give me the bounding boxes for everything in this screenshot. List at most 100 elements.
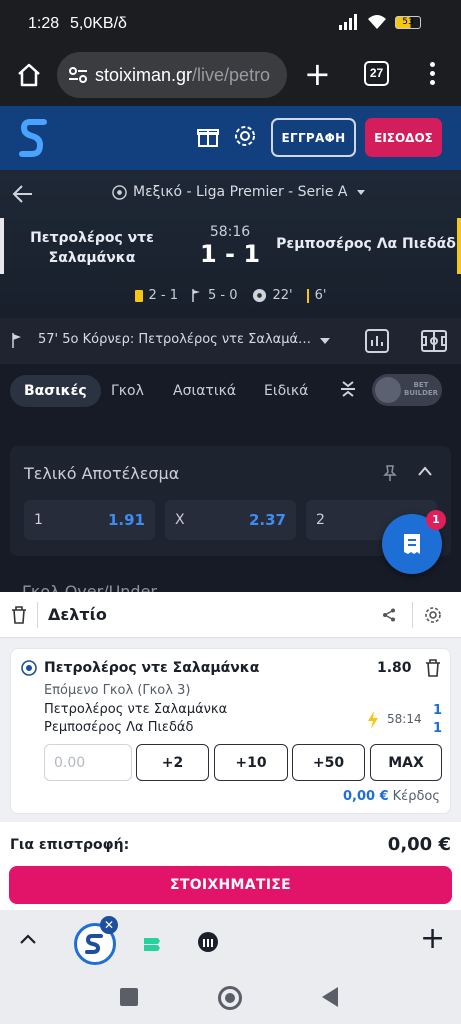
return-value: 0,00 € — [387, 834, 451, 855]
odd-value: 2.37 — [248, 511, 286, 529]
register-button[interactable]: ΕΓΓΡΑΦΗ — [271, 118, 356, 157]
android-nav-bar — [0, 972, 461, 1024]
back-button[interactable] — [322, 987, 338, 1007]
away-team: Ρεμποσέρος Λα Πιεδάδ — [276, 236, 456, 252]
corners-stat: 5 - 0 — [208, 288, 238, 303]
site-settings-icon[interactable] — [67, 65, 89, 85]
chevron-up-icon[interactable] — [20, 934, 36, 944]
status-icons: 53 — [339, 14, 421, 30]
max-stake-button[interactable]: MAX — [370, 744, 442, 781]
chevron-down-icon — [357, 189, 366, 195]
pitch-view-icon[interactable] — [420, 328, 448, 354]
odd-home[interactable]: 1 1.91 — [24, 500, 155, 540]
pin-icon[interactable] — [382, 464, 398, 482]
recents-button[interactable] — [120, 988, 138, 1006]
tab-basic[interactable]: Βασικές — [10, 375, 101, 407]
corner-flag-icon — [12, 333, 21, 348]
quick-stake-2-button[interactable]: +2 — [136, 744, 209, 781]
yellow-card-icon — [134, 289, 143, 302]
url-bar[interactable]: stoiximan.gr/live/petro — [57, 52, 287, 98]
status-speed: 5,0KB/δ — [70, 15, 127, 32]
chevron-up-icon[interactable] — [418, 466, 432, 476]
market-tabs: Βασικές Γκολ Ασιατικά Ειδικά BET BUILDER — [0, 364, 461, 416]
gear-icon[interactable] — [424, 606, 442, 624]
home-icon[interactable] — [16, 62, 42, 88]
home-button[interactable] — [218, 986, 242, 1010]
bet-selection-card: Πετρολέρος ντε Σαλαμάνκα 1.80 Επόμενο Γκ… — [10, 648, 451, 814]
statistics-icon[interactable] — [364, 328, 390, 354]
odd-value: 1.91 — [107, 511, 145, 529]
return-label: Για επιστροφή: — [10, 837, 130, 853]
remove-selection-icon[interactable] — [425, 659, 441, 677]
betslip-header: Δελτίο — [0, 592, 461, 638]
add-tab-button[interactable]: + — [420, 924, 445, 954]
league-selector[interactable]: Μεξικό - Liga Premier - Serie A — [112, 184, 366, 200]
selection-market: Επόμενο Γκολ (Γκολ 3) — [44, 683, 191, 698]
selection-away-score: 1 — [433, 721, 443, 736]
back-arrow-icon[interactable] — [12, 183, 34, 205]
quick-stake-10-button[interactable]: +10 — [214, 744, 288, 781]
quick-stake-50-button[interactable]: +50 — [292, 744, 365, 781]
selection-odds: 1.80 — [377, 660, 412, 676]
profit-value: 0,00 € — [343, 789, 389, 804]
live-event-strip[interactable]: 57' 5ο Κόρνερ: Πετρολέρος ντε Σαλαμάνκα — [0, 318, 461, 364]
toggle-knob — [375, 377, 401, 403]
league-name: Μεξικό - Liga Premier - Serie A — [133, 184, 348, 200]
divider — [412, 602, 413, 628]
betslip-panel: Δελτίο Πετρολέρος ντε Σαλαμάνκα 1.80 Επό… — [0, 592, 461, 910]
goal-minute: 22' — [272, 288, 293, 303]
share-icon[interactable] — [382, 608, 396, 622]
event-text: 57' 5ο Κόρνερ: Πετρολέρος ντε Σαλαμάνκα — [38, 332, 318, 347]
url-host: stoiximan.gr — [95, 64, 193, 85]
tab-switcher-button[interactable]: 27 — [364, 61, 389, 86]
new-tab-button[interactable]: + — [304, 58, 331, 90]
odd-label: X — [175, 512, 185, 528]
browser-menu-icon[interactable] — [426, 60, 438, 88]
tab-goals[interactable]: Γκολ — [111, 375, 144, 407]
status-time: 1:28 — [28, 15, 60, 32]
browser-toolbar: stoiximan.gr/live/petro + 27 — [0, 48, 461, 106]
tab-asian[interactable]: Ασιατικά — [173, 375, 236, 407]
betslip-count-badge: 1 — [426, 510, 446, 530]
site-header: ΕΓΓΡΑΦΗ ΕΙΣΟΔΟΣ — [0, 106, 461, 170]
profit-row: 0,00 € Κέρδος — [343, 789, 440, 804]
place-bet-button[interactable]: ΣΤΟΙΧΗΜΑΤΙΣΕ — [9, 866, 452, 904]
tab-favicon-icon[interactable] — [140, 932, 164, 956]
login-button[interactable]: ΕΙΣΟΔΟΣ — [365, 118, 442, 157]
tab-favicon-icon[interactable] — [197, 931, 219, 953]
bet-builder-label: BET BUILDER — [404, 381, 439, 397]
away-indicator — [457, 218, 461, 274]
chevron-down-icon[interactable] — [320, 338, 330, 344]
match-score: 1 - 1 — [199, 240, 261, 268]
market-title: Τελικό Αποτέλεσμα — [24, 464, 180, 483]
signal-icon — [339, 14, 357, 30]
divider — [37, 602, 38, 628]
cards-stat: 2 - 1 — [148, 288, 179, 303]
url-path: /live/petro — [192, 64, 271, 85]
collapse-all-icon[interactable] — [340, 378, 356, 400]
odd-draw[interactable]: X 2.37 — [165, 500, 296, 540]
bet-builder-toggle[interactable]: BET BUILDER — [372, 374, 442, 406]
odd-label: 2 — [316, 512, 325, 528]
tab-special[interactable]: Ειδικά — [264, 375, 308, 407]
stake-input[interactable] — [44, 744, 132, 781]
card-marker-icon — [306, 288, 309, 303]
home-team: Πετρολέρος ντε Σαλαμάνκα — [30, 230, 154, 266]
receipt-icon — [404, 534, 420, 554]
odd-label: 1 — [34, 512, 43, 528]
selection-team: Πετρολέρος ντε Σαλαμάνκα — [44, 660, 260, 676]
trash-icon[interactable] — [11, 606, 27, 624]
settings-icon[interactable] — [232, 123, 258, 149]
football-icon — [21, 660, 37, 676]
stoiximan-logo[interactable] — [18, 118, 50, 158]
battery-icon: 53 — [395, 15, 421, 29]
status-bar: 1:28 5,0KB/δ 53 — [0, 0, 461, 48]
gift-icon[interactable] — [196, 124, 220, 148]
football-icon — [112, 184, 127, 200]
corner-flag-icon — [192, 289, 200, 302]
goal-ball-icon — [252, 288, 266, 303]
profit-label: Κέρδος — [392, 789, 440, 804]
selection-home-team: Πετρολέρος ντε Σαλαμάνκα — [44, 702, 228, 717]
close-tab-icon[interactable]: ✕ — [100, 916, 118, 934]
match-clock: 58:16 — [209, 224, 251, 240]
